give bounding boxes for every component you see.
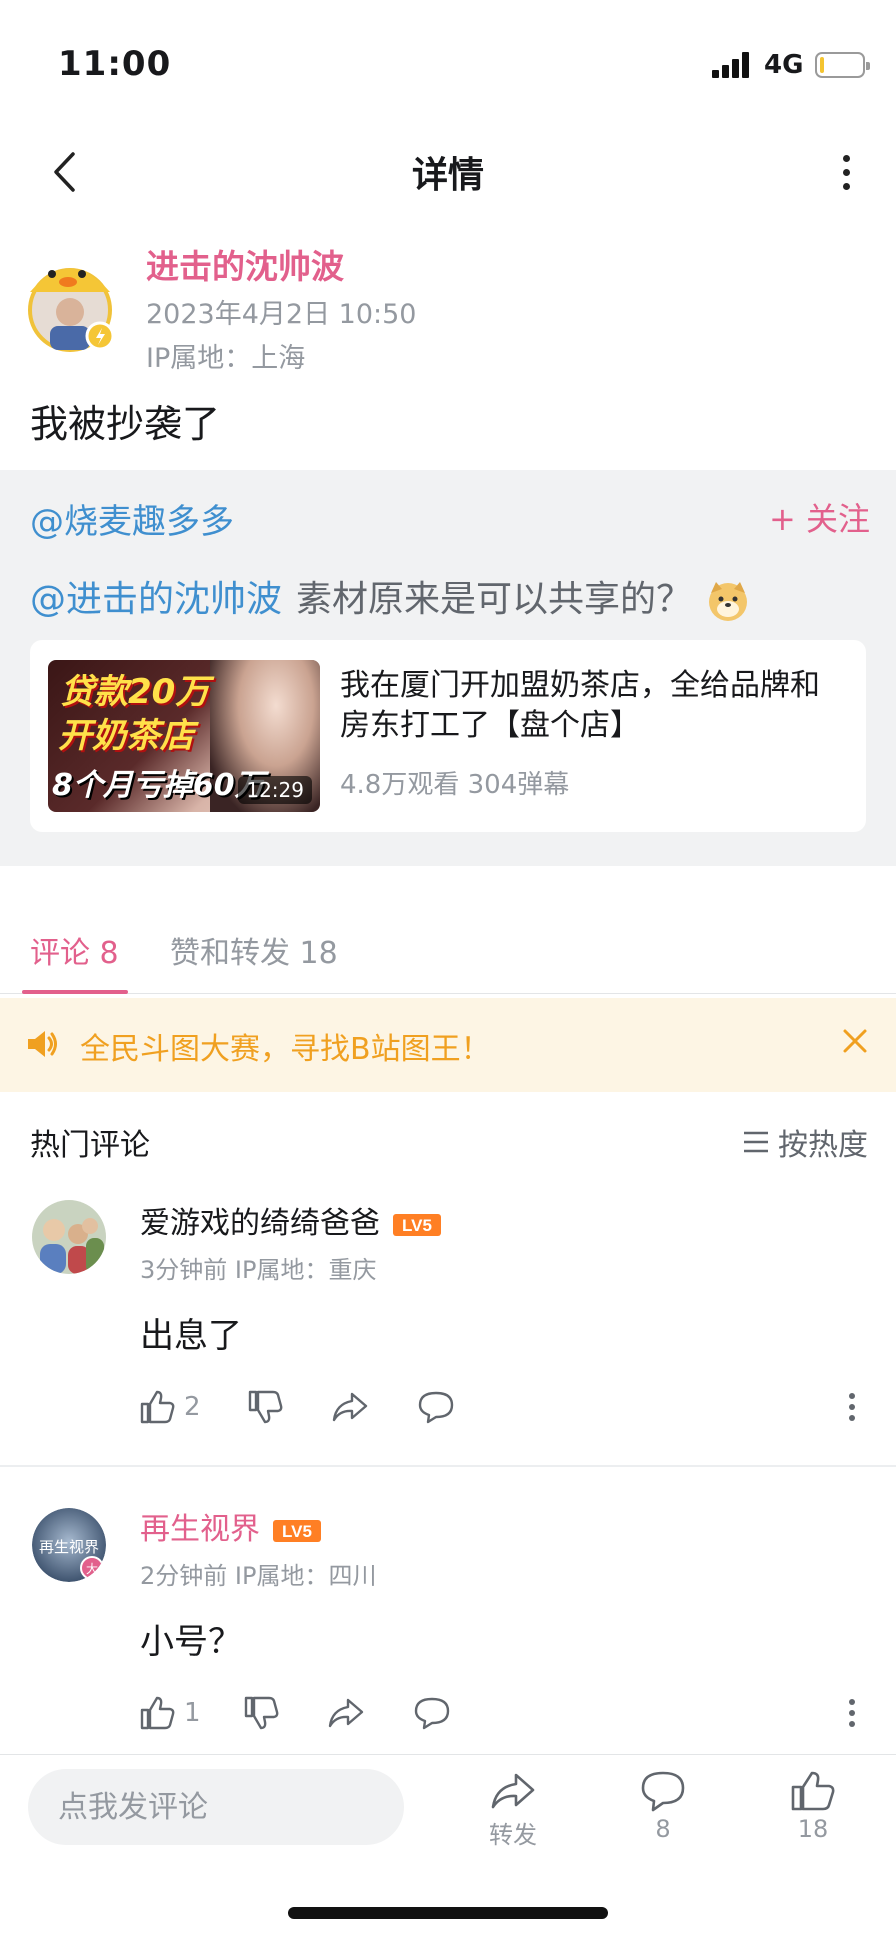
comment-meta: 2分钟前 IP属地：四川: [140, 1562, 377, 1590]
network-type: 4G: [764, 50, 804, 80]
tab-comments[interactable]: 评论 8: [30, 928, 119, 972]
video-thumbnail[interactable]: 贷款20万 开奶茶店 8个月亏掉60万 12:29: [48, 660, 320, 812]
notice-text: 全民斗图大赛，寻找B站图王！: [80, 1032, 491, 1067]
like-button[interactable]: 1: [138, 1694, 201, 1732]
comment-author-name: 再生视界: [140, 1512, 260, 1547]
thumbs-up-icon: [791, 1771, 835, 1811]
comment-meta: 3分钟前 IP属地：重庆: [140, 1256, 377, 1284]
repost-author[interactable]: @烧麦趣多多: [30, 494, 234, 543]
repost-mention[interactable]: @进击的沈帅波: [30, 579, 282, 620]
comment-tabs: 评论 8 赞和转发 18: [0, 920, 896, 994]
post-ip-location: IP属地：上海: [146, 343, 306, 374]
svg-text:大: 大: [86, 1562, 98, 1576]
follow-button[interactable]: + 关注: [769, 494, 870, 540]
comment-text: 出息了: [140, 1316, 242, 1356]
level-badge-label: LV5: [402, 1216, 432, 1235]
more-vertical-icon[interactable]: [846, 1694, 858, 1732]
reply-icon[interactable]: [416, 1388, 456, 1426]
more-dot-icon: [842, 154, 850, 162]
post-text: 我被抄袭了: [30, 402, 221, 446]
comment-icon: [641, 1771, 685, 1812]
close-icon[interactable]: [840, 1026, 870, 1056]
comment-author[interactable]: 再生视界 LV5: [140, 1504, 322, 1548]
comment-author-name: 爱游戏的绮绮爸爸: [140, 1206, 380, 1241]
comment-item: 再生视界 大 再生视界 LV5 2分钟前 IP属地：四川 小号？ 1: [0, 1496, 896, 1756]
thumbs-up-icon: [140, 1390, 175, 1424]
page-title: 详情: [411, 155, 484, 196]
like-count: 2: [184, 1392, 201, 1422]
video-stats: 4.8万观看 304弹幕: [340, 770, 570, 800]
share-button[interactable]: 转发: [458, 1769, 568, 1850]
author-avatar[interactable]: [22, 252, 122, 360]
comment-actions: 2: [138, 1388, 868, 1432]
speaker-icon: [28, 1031, 57, 1057]
comment-author[interactable]: 爱游戏的绮绮爸爸 LV5: [140, 1198, 442, 1242]
comment-actions: 1: [138, 1694, 868, 1738]
video-card[interactable]: 贷款20万 开奶茶店 8个月亏掉60万 12:29 我在厦门开加盟奶茶店，全给品…: [30, 640, 866, 832]
thumbs-down-icon[interactable]: [246, 1388, 284, 1426]
thumbnail-caption-3: 8个月亏掉60万: [52, 768, 265, 803]
comment-input[interactable]: [28, 1769, 404, 1845]
like-count: 1: [184, 1698, 201, 1728]
share-label: 转发: [489, 1821, 537, 1849]
repost-body: 素材原来是可以共享的？: [296, 579, 693, 620]
comment-avatar[interactable]: 再生视界 大: [32, 1508, 106, 1582]
like-count: 18: [797, 1815, 829, 1843]
active-tab-indicator: [22, 990, 128, 994]
comment-avatar[interactable]: [32, 1200, 106, 1274]
doge-emoji-icon: [709, 582, 748, 621]
sort-label: 按热度: [778, 1128, 868, 1163]
thumbnail-caption-1: 贷款20万: [60, 672, 210, 712]
bottom-action-bar: 转发 8 18: [0, 1754, 896, 1940]
nav-bar: 详情: [0, 130, 896, 214]
tab-likes-reposts[interactable]: 赞和转发 18: [170, 928, 338, 972]
share-icon[interactable]: [330, 1388, 370, 1426]
video-duration: 12:29: [238, 776, 312, 804]
level-badge-label: LV5: [282, 1522, 312, 1541]
thumbs-down-icon[interactable]: [242, 1694, 280, 1732]
sort-button[interactable]: 按热度: [742, 1120, 868, 1164]
comment-divider: [0, 1465, 896, 1467]
share-icon: [491, 1773, 535, 1809]
comment-text: 小号？: [140, 1622, 242, 1662]
like-button[interactable]: 2: [138, 1388, 201, 1426]
post-timestamp: 2023年4月2日 10:50: [146, 299, 417, 330]
thumbs-up-icon: [140, 1696, 175, 1730]
thumbnail-caption-2: 开奶茶店: [58, 716, 194, 756]
comment-item: 爱游戏的绮绮爸爸 LV5 3分钟前 IP属地：重庆 出息了 2: [0, 1190, 896, 1460]
post-author-name[interactable]: 进击的沈帅波: [146, 240, 344, 288]
battery-icon: [815, 52, 870, 78]
notice-banner[interactable]: 全民斗图大赛，寻找B站图王！: [0, 998, 896, 1092]
home-indicator: [288, 1907, 608, 1919]
comment-button[interactable]: 8: [608, 1769, 718, 1843]
repost-text: @进击的沈帅波 素材原来是可以共享的？: [30, 570, 750, 623]
more-vertical-icon[interactable]: [846, 1388, 858, 1426]
avatar-text: 再生视界: [39, 1538, 99, 1556]
reply-icon[interactable]: [412, 1694, 452, 1732]
repost-card[interactable]: @烧麦趣多多 + 关注 @进击的沈帅波 素材原来是可以共享的？ 贷款20万 开奶茶…: [0, 470, 896, 866]
hot-comments-title: 热门评论: [30, 1128, 150, 1163]
more-dot-icon: [842, 168, 850, 176]
status-bar: 11:00 4G: [0, 0, 896, 130]
comment-count: 8: [655, 1815, 671, 1843]
signal-icon: [712, 52, 752, 78]
share-icon[interactable]: [326, 1694, 366, 1732]
list-icon: [744, 1131, 768, 1153]
level-badge-icon: LV5: [273, 1519, 321, 1542]
level-badge-icon: LV5: [393, 1213, 441, 1236]
video-title: 我在厦门开加盟奶茶店，全给品牌和房东打工了【盘个店】: [340, 668, 820, 743]
more-button[interactable]: [826, 148, 866, 196]
status-time: 11:00: [58, 44, 172, 84]
like-button[interactable]: 18: [758, 1769, 868, 1843]
more-dot-icon: [842, 182, 850, 190]
